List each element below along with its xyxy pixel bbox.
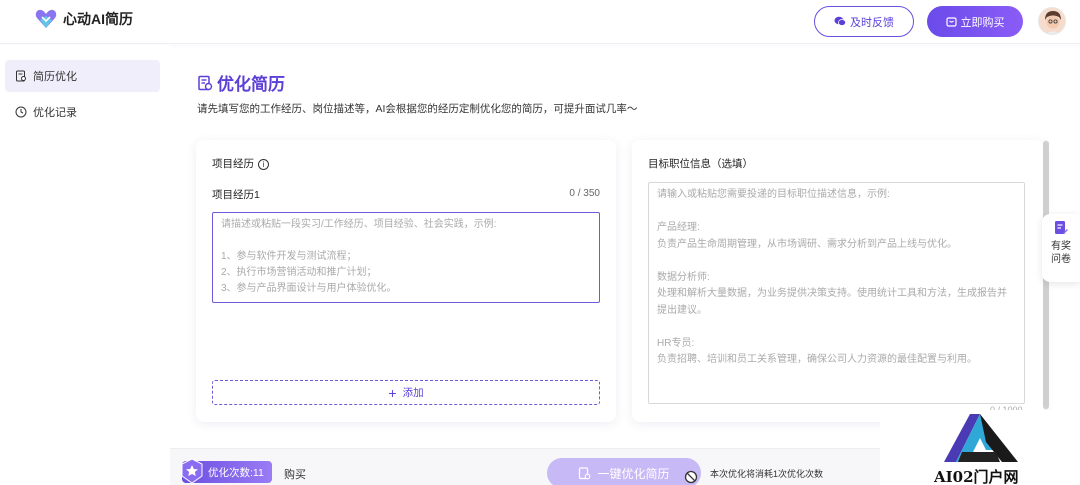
sidebar-item-label: 简历优化	[33, 71, 77, 83]
app-name: 心动AI简历	[63, 11, 133, 27]
heart-logo-icon	[35, 9, 57, 28]
optimize-label: 一键优化简历	[597, 466, 670, 481]
chat-icon	[834, 16, 846, 26]
star-badge-icon	[181, 458, 203, 484]
target-job-input[interactable]: 请输入或粘贴您需要投递的目标职位描述信息，示例: 产品经理: 负责产品生命周期管…	[648, 182, 1025, 404]
app-logo[interactable]: 心动AI简历	[35, 9, 133, 29]
resume-icon	[16, 70, 26, 82]
info-icon[interactable]: i	[258, 158, 269, 170]
sidebar-item-history[interactable]: 优化记录	[5, 96, 160, 128]
add-project-button[interactable]: + 添加	[212, 380, 600, 405]
feedback-label: 及时反馈	[850, 16, 894, 29]
project-experience-card: 项目经历 i 项目经历1 0 / 350 请描述或粘贴一段实习/工作经历、项目经验…	[196, 140, 616, 422]
page-title: 优化简历	[197, 70, 285, 95]
target-job-card: 目标职位信息（选填） 请输入或粘贴您需要投递的目标职位描述信息，示例: 产品经理…	[632, 140, 1044, 422]
watermark-text: AI02门户网	[934, 468, 1019, 485]
survey-label: 有奖问卷	[1051, 241, 1071, 265]
sidebar-item-label: 优化记录	[33, 107, 77, 119]
user-avatar[interactable]	[1038, 7, 1066, 35]
sidebar-item-resume-optimize[interactable]: 简历优化	[5, 60, 160, 92]
not-allowed-cursor-icon	[684, 470, 698, 484]
plus-icon: +	[388, 384, 397, 401]
survey-widget[interactable]: 有奖问卷	[1042, 214, 1080, 282]
project-experience-title: 项目经历	[212, 158, 254, 170]
page-subtitle: 请先填写您的工作经历、岗位描述等，AI会根据您的经历定制优化您的简历，可提升面试…	[197, 103, 638, 115]
buy-now-label: 立即购买	[960, 16, 1005, 29]
buy-quota-link[interactable]: 购买	[284, 466, 306, 482]
feedback-button[interactable]: 及时反馈	[814, 6, 914, 37]
document-icon	[198, 75, 213, 90]
history-icon	[15, 106, 27, 118]
project-experience-header: 项目经历 i	[212, 156, 269, 171]
top-header: 心动AI简历 及时反馈 立即购买	[0, 0, 1080, 44]
cart-icon	[945, 17, 957, 27]
survey-icon	[1055, 221, 1068, 234]
document-icon	[579, 466, 591, 479]
buy-now-button[interactable]: 立即购买	[927, 6, 1023, 37]
page-title-text: 优化简历	[217, 75, 285, 94]
watermark-logo-icon	[944, 414, 1018, 462]
sidebar: 简历优化 优化记录	[0, 45, 170, 485]
project-experience-input[interactable]: 请描述或粘贴一段实习/工作经历、项目经验、社会实践，示例: 1、参与软件开发与测…	[212, 212, 600, 303]
char-count: 0 / 350	[569, 188, 600, 199]
consumption-note: 本次优化将消耗1次优化次数	[710, 469, 824, 479]
optimize-resume-button[interactable]: 一键优化简历	[547, 458, 701, 485]
target-job-title: 目标职位信息（选填）	[648, 158, 753, 170]
avatar-face-icon	[1039, 8, 1065, 34]
add-label: 添加	[402, 387, 424, 399]
project-item-label: 项目经历1	[212, 189, 260, 201]
